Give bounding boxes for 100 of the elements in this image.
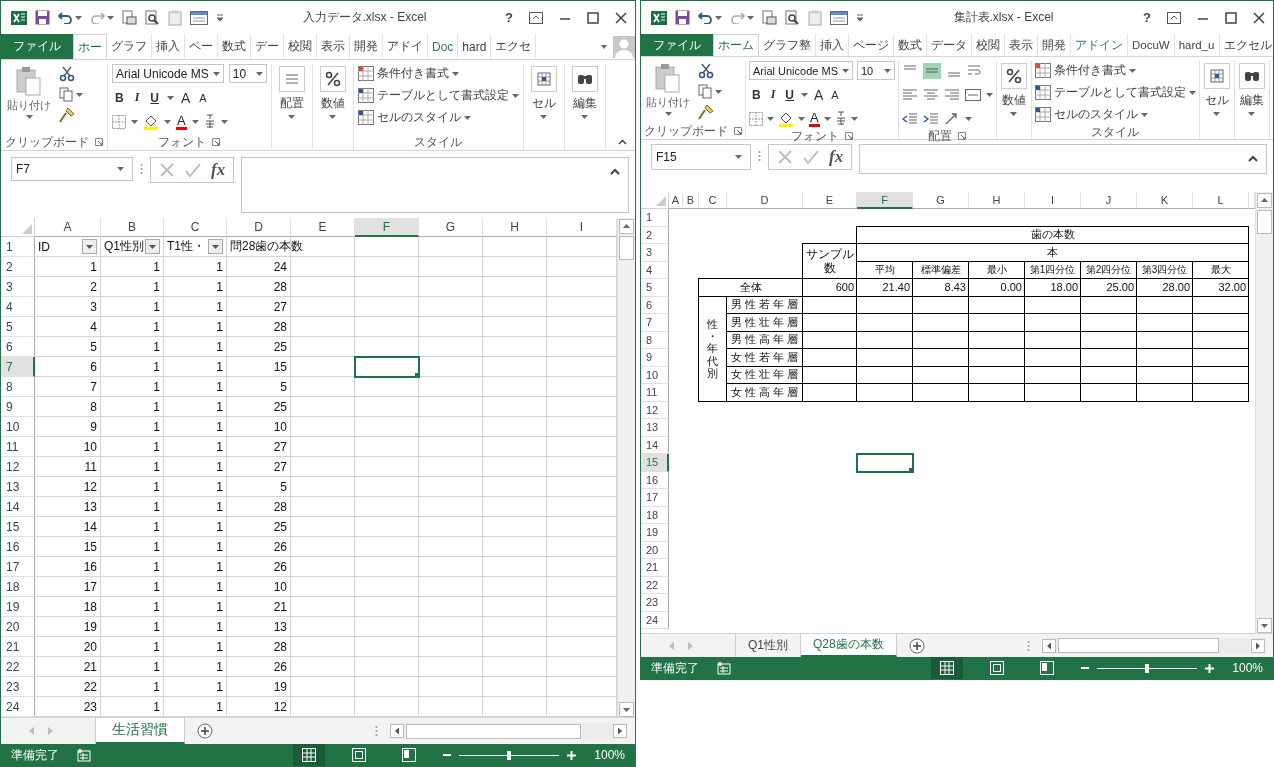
empty-cell[interactable]: [483, 337, 547, 357]
dialog-launcher-icon[interactable]: [734, 127, 742, 135]
close-icon[interactable]: [1253, 11, 1265, 24]
horizontal-scrollbar[interactable]: [390, 723, 627, 739]
empty-cell[interactable]: [291, 457, 355, 477]
form-icon[interactable]: [830, 10, 848, 25]
empty-cell[interactable]: [355, 297, 419, 317]
empty-cell[interactable]: [419, 677, 483, 697]
empty-cell[interactable]: [483, 657, 547, 677]
paintbrush-icon[interactable]: [59, 107, 75, 123]
ribbon-tab[interactable]: 校閲: [972, 34, 1005, 56]
empty-cell[interactable]: [483, 457, 547, 477]
scroll-right-icon[interactable]: [1251, 638, 1265, 653]
row-header[interactable]: 7: [641, 314, 669, 332]
ribbon-button[interactable]: 配置: [275, 64, 308, 121]
column-header[interactable]: G: [419, 218, 483, 237]
drag-handle-icon[interactable]: [375, 725, 378, 737]
font-name-dropdown[interactable]: Arial Unicode MS: [112, 64, 224, 83]
fill-bucket-icon[interactable]: [778, 110, 794, 127]
ribbon-tab[interactable]: エクセ: [491, 34, 537, 59]
row-header[interactable]: 20: [641, 541, 669, 559]
scroll-right-icon[interactable]: [613, 724, 627, 738]
formula-input[interactable]: [859, 144, 1267, 174]
paste-button[interactable]: 貼り付け: [5, 64, 53, 121]
copy-icon[interactable]: [698, 84, 713, 99]
empty-cell[interactable]: [291, 617, 355, 637]
empty-cell[interactable]: [483, 577, 547, 597]
slider-thumb[interactable]: [507, 750, 512, 760]
clipboard-icon[interactable]: [808, 9, 822, 26]
drag-handle-icon[interactable]: [758, 150, 761, 162]
view-button[interactable]: [931, 657, 964, 679]
empty-cell[interactable]: [483, 397, 547, 417]
row-header[interactable]: 4: [1, 297, 35, 317]
font-name-dropdown[interactable]: Arial Unicode MS: [749, 61, 853, 80]
empty-cell[interactable]: [355, 577, 419, 597]
row-header[interactable]: 6: [641, 296, 669, 314]
ribbon-button[interactable]: 編集: [568, 64, 601, 121]
filter-dropdown-icon[interactable]: [208, 239, 223, 254]
column-header[interactable]: H: [969, 192, 1025, 209]
empty-cell[interactable]: [291, 517, 355, 537]
row-header[interactable]: 1: [1, 237, 35, 257]
ribbon-tab[interactable]: グラフ整: [759, 34, 816, 56]
align-right-icon[interactable]: [944, 88, 960, 101]
row-header[interactable]: 4: [641, 261, 669, 279]
collapse-ribbon-icon[interactable]: [618, 139, 627, 145]
phonetic-guide-icon[interactable]: [834, 111, 847, 126]
empty-cell[interactable]: [291, 557, 355, 577]
add-sheet-icon[interactable]: [908, 637, 925, 654]
empty-cell[interactable]: [355, 497, 419, 517]
drag-handle-icon[interactable]: [1026, 639, 1030, 652]
row-header[interactable]: 16: [1, 537, 35, 557]
save-icon[interactable]: [675, 10, 690, 25]
ribbon-button[interactable]: 数値: [316, 64, 349, 121]
row-header[interactable]: 19: [1, 597, 35, 617]
row-header[interactable]: 3: [641, 244, 669, 262]
empty-cell[interactable]: [483, 417, 547, 437]
ribbon-tab[interactable]: アドイ: [383, 34, 428, 59]
font-size-step-button[interactable]: A: [829, 88, 841, 101]
dialog-launcher-icon[interactable]: [212, 138, 221, 146]
ribbon-tab[interactable]: ホー: [73, 34, 107, 59]
chevron-up-icon[interactable]: [1248, 155, 1258, 162]
clipboard-icon[interactable]: [168, 9, 182, 26]
scroll-left-icon[interactable]: [1041, 638, 1056, 653]
empty-cell[interactable]: [419, 557, 483, 577]
macro-record-icon[interactable]: [77, 748, 91, 762]
dialog-launcher-icon[interactable]: [845, 132, 853, 140]
form-icon[interactable]: [190, 10, 208, 25]
maximize-icon[interactable]: [587, 11, 599, 24]
empty-cell[interactable]: [483, 637, 547, 657]
empty-cell[interactable]: [483, 357, 547, 377]
row-header[interactable]: 20: [1, 617, 35, 637]
column-header[interactable]: L: [1193, 192, 1249, 209]
column-header[interactable]: A: [35, 218, 101, 237]
ribbon-button[interactable]: セル: [527, 64, 560, 121]
empty-cell[interactable]: [355, 477, 419, 497]
column-header[interactable]: C: [699, 192, 727, 209]
column-header[interactable]: I: [1025, 192, 1081, 209]
close-icon[interactable]: [615, 11, 627, 24]
undo-icon[interactable]: [698, 11, 713, 24]
text-style-button[interactable]: I: [767, 87, 779, 102]
paintbrush-icon[interactable]: [698, 104, 714, 120]
styles-menu-button[interactable]: テーブルとして書式設定: [1035, 83, 1196, 102]
magnifier-page-icon[interactable]: [145, 9, 160, 26]
next-sheet-icon[interactable]: [687, 641, 693, 650]
empty-cell[interactable]: [291, 377, 355, 397]
scroll-up-icon[interactable]: [1257, 193, 1272, 208]
empty-cell[interactable]: [419, 517, 483, 537]
empty-cell[interactable]: [419, 437, 483, 457]
row-header[interactable]: 13: [641, 419, 669, 437]
row-header[interactable]: 17: [641, 489, 669, 507]
empty-cell[interactable]: [291, 497, 355, 517]
zoom-level[interactable]: 100%: [1232, 661, 1263, 675]
empty-cell[interactable]: [355, 517, 419, 537]
scroll-down-icon[interactable]: [619, 702, 634, 717]
empty-cell[interactable]: [483, 477, 547, 497]
row-header[interactable]: 24: [641, 611, 669, 629]
undo-icon[interactable]: [58, 11, 73, 24]
row-header[interactable]: 12: [1, 457, 35, 477]
column-header[interactable]: C: [164, 218, 227, 237]
empty-cell[interactable]: [419, 357, 483, 377]
